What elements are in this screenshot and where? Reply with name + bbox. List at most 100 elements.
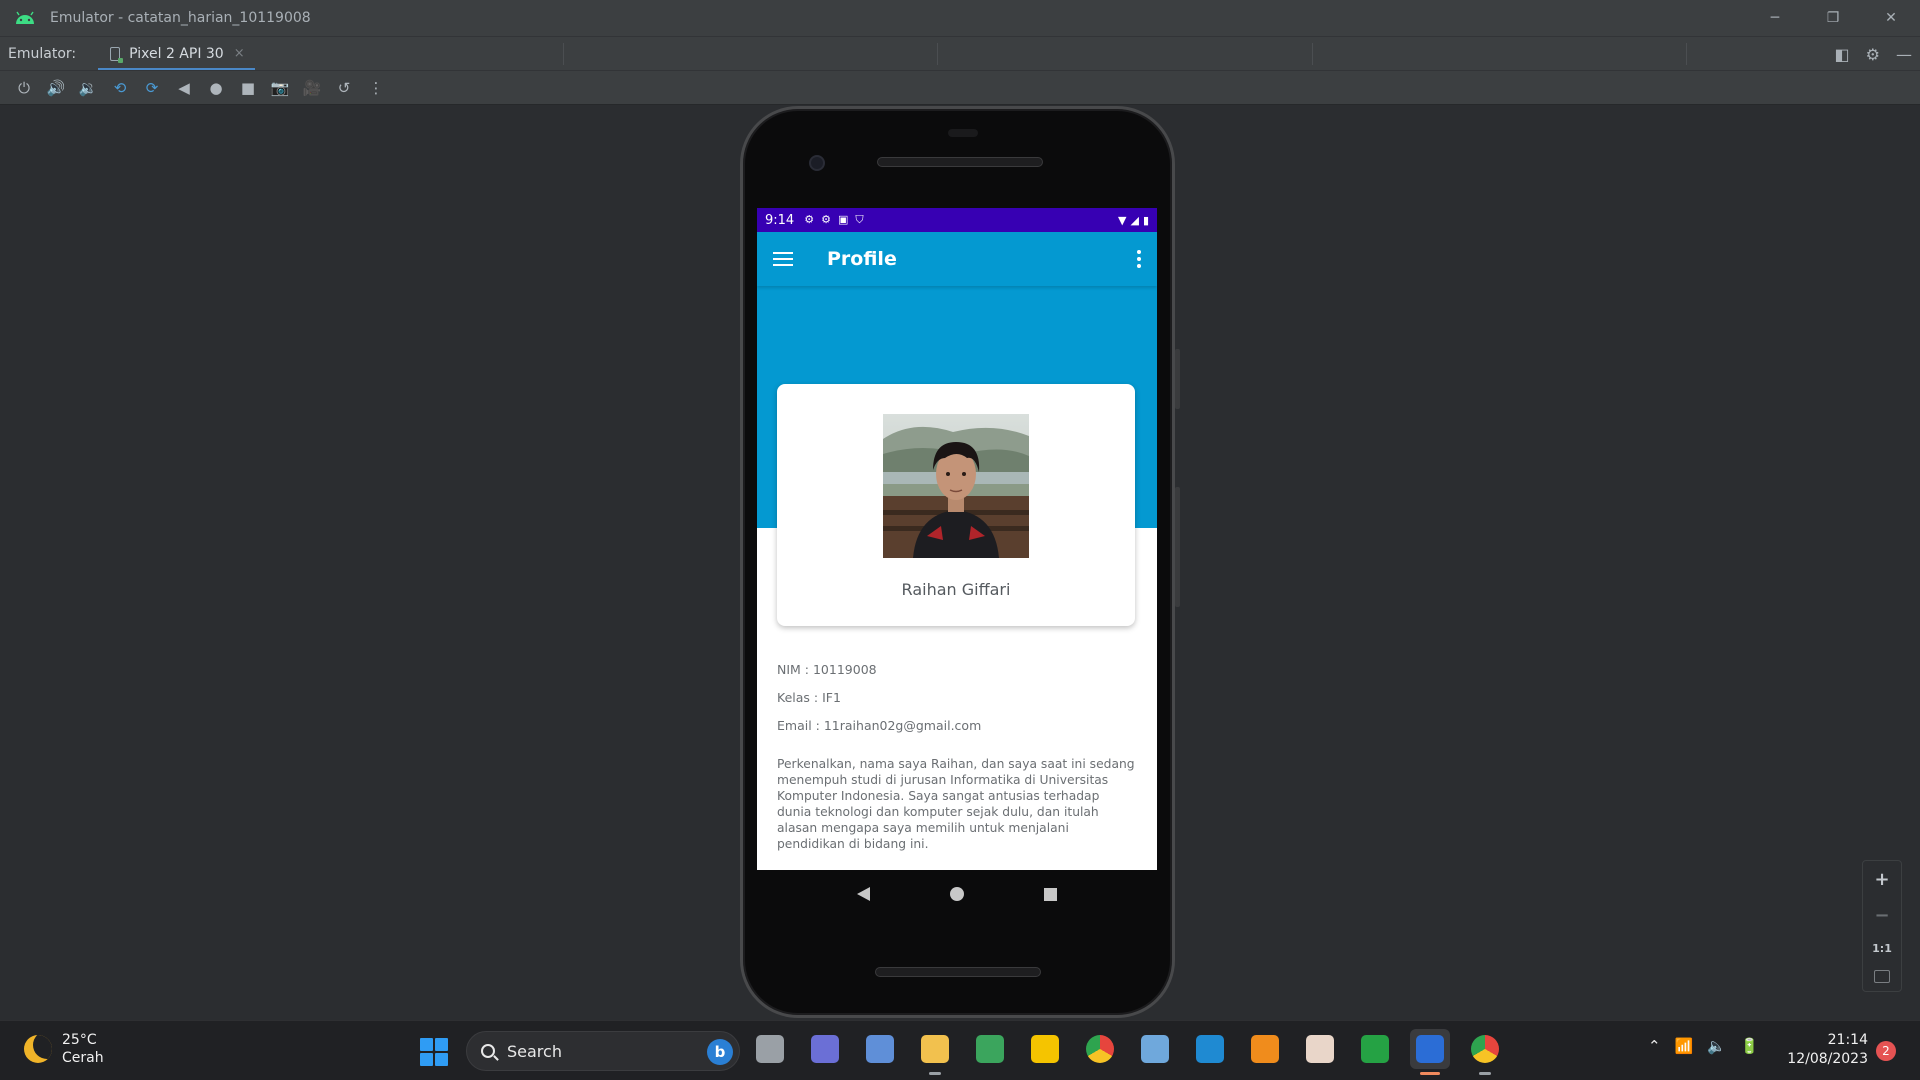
network-globe-icon[interactable] bbox=[970, 1029, 1010, 1069]
bing-icon[interactable]: b bbox=[707, 1039, 733, 1065]
folder-icon[interactable] bbox=[915, 1029, 955, 1075]
tab-pixel-2-api-30[interactable]: Pixel 2 API 30 × bbox=[98, 37, 255, 71]
weather-temp: 25°C bbox=[62, 1032, 97, 1048]
zoom-controls: + − 1:1 bbox=[1862, 860, 1902, 992]
earpiece-speaker bbox=[877, 157, 1043, 167]
battery-icon[interactable]: 🔋 bbox=[1740, 1037, 1759, 1055]
file-explorer-glyph bbox=[756, 1035, 784, 1063]
start-button[interactable] bbox=[420, 1038, 448, 1066]
settings-icon[interactable]: ⚙ bbox=[1866, 45, 1880, 64]
tab-label: Pixel 2 API 30 bbox=[129, 45, 224, 62]
zoom-out-button[interactable]: − bbox=[1874, 905, 1889, 926]
teams-chat-icon[interactable] bbox=[805, 1029, 845, 1069]
kelas-text: Kelas : IF1 bbox=[777, 690, 841, 705]
sensor bbox=[948, 129, 978, 137]
settings-notification-icon: ⚙ bbox=[821, 213, 831, 226]
running-indicator bbox=[1420, 1072, 1440, 1075]
tab-close-icon[interactable]: × bbox=[234, 46, 245, 61]
word-app-glyph bbox=[1416, 1035, 1444, 1063]
emulator-toolbar: ⏻ 🔊 🔉 ⟲ ⟳ ◀ ● ■ 📷 🎥 ↺ ⋮ bbox=[0, 70, 1920, 105]
app-bar: Profile bbox=[757, 232, 1157, 286]
folder-glyph bbox=[921, 1035, 949, 1063]
rotate-left-icon[interactable]: ⟲ bbox=[104, 75, 136, 101]
snapshot-icon[interactable]: ↺ bbox=[328, 75, 360, 101]
vscode-icon[interactable] bbox=[1190, 1029, 1230, 1069]
close-button[interactable]: ✕ bbox=[1862, 0, 1920, 36]
volume-up-icon[interactable]: 🔊 bbox=[40, 75, 72, 101]
zoom-in-button[interactable]: + bbox=[1874, 869, 1889, 890]
device-screen[interactable]: 9:14 ⚙ ⚙ ▣ ⛉ ▼ ◢ ▮ Profile Raihan Giffar… bbox=[757, 208, 1157, 870]
status-time: 9:14 bbox=[765, 212, 795, 228]
chrome-icon[interactable] bbox=[1080, 1029, 1120, 1069]
screen-record-icon[interactable]: 🎥 bbox=[296, 75, 328, 101]
resource-monitor-icon[interactable] bbox=[1135, 1029, 1175, 1069]
moon-icon bbox=[24, 1035, 52, 1063]
taskbar-apps bbox=[750, 1029, 1505, 1075]
windows-taskbar: 25°C Cerah Search b ⌃ 📶 🔈 🔋 21:14 12/08/… bbox=[0, 1020, 1920, 1080]
volume-side-button[interactable] bbox=[1175, 487, 1180, 607]
tab-divider bbox=[563, 43, 564, 65]
anime-app-icon[interactable] bbox=[1300, 1029, 1340, 1069]
anime-app-glyph bbox=[1306, 1035, 1334, 1063]
word-app-icon[interactable] bbox=[1410, 1029, 1450, 1075]
power-icon[interactable]: ⏻ bbox=[8, 75, 40, 101]
volume-icon[interactable]: 🔈 bbox=[1707, 1037, 1726, 1055]
back-icon[interactable]: ◀ bbox=[168, 75, 200, 101]
hamburger-menu-icon[interactable] bbox=[773, 252, 793, 266]
search-icon bbox=[481, 1044, 495, 1058]
system-tray: ⌃ 📶 🔈 🔋 bbox=[1648, 1037, 1759, 1055]
green-diamond-icon[interactable] bbox=[1355, 1029, 1395, 1069]
profile-name: Raihan Giffari bbox=[901, 580, 1011, 599]
minimize-button[interactable]: ─ bbox=[1746, 0, 1804, 36]
tab-divider bbox=[1312, 43, 1313, 65]
power-side-button[interactable] bbox=[1175, 349, 1180, 409]
warning-app-icon[interactable] bbox=[1025, 1029, 1065, 1069]
tab-divider bbox=[937, 43, 938, 65]
vlc-icon[interactable] bbox=[1245, 1029, 1285, 1069]
taskbar-clock[interactable]: 21:14 12/08/2023 bbox=[1770, 1031, 1868, 1069]
teams-chat-glyph bbox=[811, 1035, 839, 1063]
layout-icon[interactable]: ◧ bbox=[1835, 45, 1850, 64]
android-nav-bar bbox=[757, 870, 1157, 918]
zoom-fit-icon[interactable] bbox=[1874, 970, 1890, 984]
restore-button[interactable]: ❐ bbox=[1804, 0, 1862, 36]
email-text: Email : 11raihan02g@gmail.com bbox=[777, 718, 982, 733]
overflow-menu-icon[interactable] bbox=[1137, 250, 1141, 268]
file-explorer-icon[interactable] bbox=[750, 1029, 790, 1069]
emulator-label: Emulator: bbox=[8, 45, 77, 62]
overview-icon[interactable]: ■ bbox=[232, 75, 264, 101]
notification-badge[interactable]: 2 bbox=[1876, 1041, 1896, 1061]
network-globe-glyph bbox=[976, 1035, 1004, 1063]
volume-down-icon[interactable]: 🔉 bbox=[72, 75, 104, 101]
chrome-profile-icon[interactable] bbox=[1465, 1029, 1505, 1075]
emulator-tab-bar: Emulator: Pixel 2 API 30 × ◧ ⚙ — bbox=[0, 36, 1920, 71]
home-icon[interactable]: ● bbox=[200, 75, 232, 101]
nim-text: NIM : 10119008 bbox=[777, 662, 877, 677]
hide-panel-icon[interactable]: — bbox=[1896, 45, 1912, 64]
nav-recents-button[interactable] bbox=[1044, 887, 1057, 901]
screenshot-icon[interactable]: 📷 bbox=[264, 75, 296, 101]
nav-back-button[interactable] bbox=[857, 887, 870, 901]
more-icon[interactable]: ⋮ bbox=[360, 75, 392, 101]
profile-card: Raihan Giffari bbox=[777, 384, 1135, 626]
settings-gear-glyph bbox=[866, 1035, 894, 1063]
profile-description: Perkenalkan, nama saya Raihan, dan saya … bbox=[777, 757, 1135, 851]
taskbar-search[interactable]: Search b bbox=[466, 1031, 740, 1071]
search-label: Search bbox=[507, 1041, 562, 1061]
window-title: Emulator - catatan_harian_10119008 bbox=[50, 10, 311, 26]
nav-home-button[interactable] bbox=[950, 887, 964, 901]
wifi-icon[interactable]: 📶 bbox=[1675, 1037, 1694, 1055]
front-camera bbox=[809, 155, 825, 171]
bottom-speaker bbox=[875, 967, 1041, 977]
green-diamond-glyph bbox=[1361, 1035, 1389, 1063]
shield-icon: ⛉ bbox=[855, 213, 864, 226]
rotate-right-icon[interactable]: ⟳ bbox=[136, 75, 168, 101]
weather-widget[interactable]: 25°C Cerah bbox=[24, 1031, 104, 1067]
settings-gear-icon[interactable] bbox=[860, 1029, 900, 1069]
android-icon bbox=[16, 11, 34, 24]
running-indicator bbox=[929, 1072, 941, 1075]
chevron-up-icon[interactable]: ⌃ bbox=[1648, 1037, 1661, 1055]
zoom-actual-size-button[interactable]: 1:1 bbox=[1872, 942, 1892, 955]
settings-notification-icon: ⚙ bbox=[804, 213, 815, 226]
tab-divider bbox=[1686, 43, 1687, 65]
